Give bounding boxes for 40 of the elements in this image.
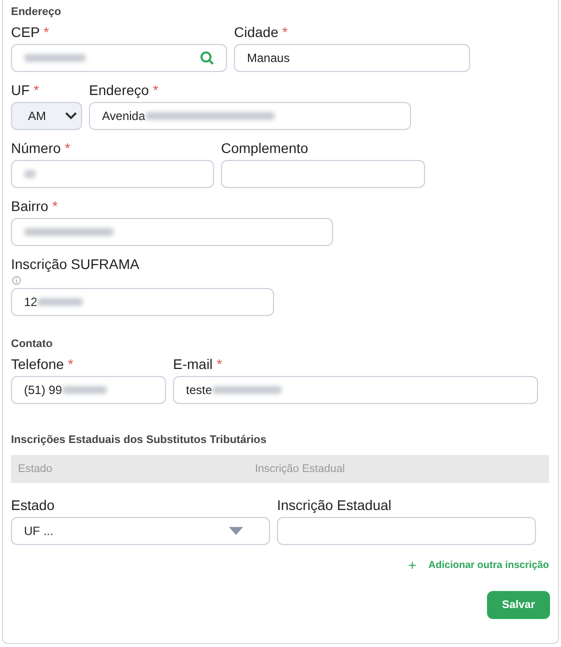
field-value: teste [186,383,212,397]
input-field[interactable]: 12 [11,288,274,316]
input-field[interactable]: teste [173,376,538,404]
field-label: E-mail * [173,356,224,372]
column-header: Inscrição Estadual [254,463,346,475]
input-field[interactable] [221,160,425,188]
field-value: Avenida [102,109,146,123]
field-value: 12 [24,295,38,309]
field-value: UF ... [24,524,54,538]
section-title: Endereço [11,6,62,18]
field-label: Estado [11,497,56,513]
field-value: Manaus [247,51,290,65]
field-label: Complemento [221,140,310,156]
dropdown-field[interactable]: UF ... [11,517,270,545]
section-title: Contato [11,338,54,350]
field-value: (51) 99 [24,383,62,397]
state-select[interactable]: AM [11,102,82,130]
search-icon[interactable] [200,51,214,65]
field-label: Telefone * [11,356,74,372]
field-value: AM [28,109,46,123]
input-field[interactable]: Avenida [89,102,411,130]
field-label: Cidade * [234,24,289,40]
input-field[interactable] [11,160,214,188]
caret-icon [229,527,243,535]
section-title: Inscrições Estaduais dos Substitutos Tributários [11,434,268,446]
input-field[interactable]: (51) 99 [11,376,166,404]
field-label: Número * [11,140,72,156]
field-label: Inscrição SUFRAMA [11,256,140,272]
field-label: Bairro * [11,198,59,214]
field-label: Inscrição Estadual [277,497,392,513]
column-header: Estado [17,463,54,475]
input-field[interactable] [11,218,333,246]
field-label: CEP * [11,24,50,40]
input-field[interactable]: Manaus [234,44,470,72]
field-label: UF * [11,82,40,98]
info-icon[interactable] [12,276,21,285]
input-field[interactable] [11,44,227,72]
field-label: Endereço * [89,82,160,98]
input-field[interactable] [277,517,536,545]
chevron-down-icon [65,112,77,120]
